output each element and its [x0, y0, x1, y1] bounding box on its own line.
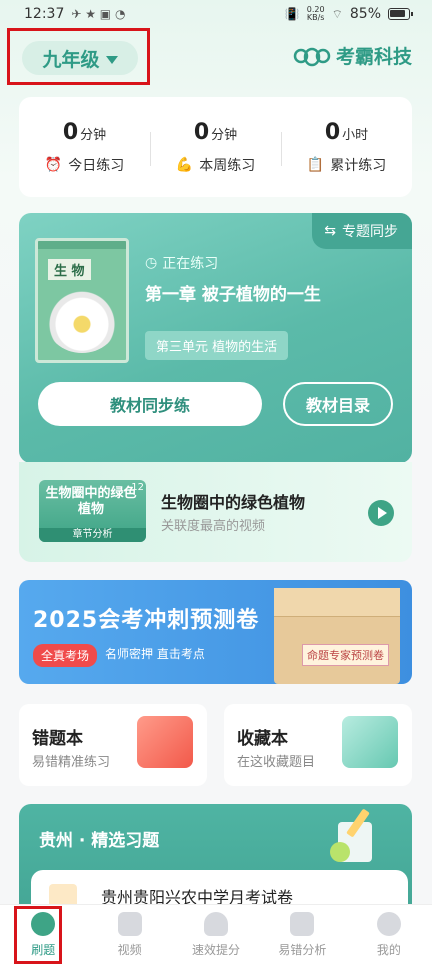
- banner-subtitle: 名师密押 直击考点: [105, 647, 205, 661]
- flexed-arm-icon: 💪: [175, 156, 194, 173]
- video-icon: [117, 911, 142, 936]
- practice-status-label: 正在练习: [162, 256, 219, 272]
- practice-stats-card: 0 分钟 ⏰ 今日练习 0 分钟 💪 本周练习 0 小时 📋 累计练习: [19, 97, 412, 197]
- exam-prediction-banner[interactable]: 2025会考冲刺预测卷 全真考场 名师密押 直击考点 命题专家预测卷: [19, 580, 412, 684]
- thumbnail-badge: 12: [131, 482, 144, 493]
- unit-tag: 第三单元 植物的生活: [145, 331, 289, 360]
- peony-image: [46, 289, 118, 353]
- practice-status: ◷ 正在练习: [145, 253, 218, 273]
- clock-icon: ◷: [145, 255, 158, 271]
- mistake-book-icon: [137, 716, 193, 768]
- alarm-clock-icon: ⏰: [44, 156, 63, 173]
- bar-chart-icon: [290, 911, 315, 936]
- thumbnail-text: 生物圈中的绿色植物: [45, 486, 137, 517]
- bottom-tab-bar: 刷题 视频 速效提分 易错分析 我的: [0, 904, 432, 964]
- battery-percent: 85%: [349, 6, 381, 22]
- textbook-sync-practice-button[interactable]: 教材同步练: [38, 382, 262, 426]
- wifi-icon: ⌔: [331, 6, 343, 21]
- brand-name: 考霸科技: [335, 46, 412, 68]
- vibrate-icon: 📳: [284, 7, 300, 21]
- tab-label: 速效提分: [192, 942, 241, 957]
- tab-practice[interactable]: 刷题: [0, 905, 86, 964]
- clock: 12:37: [24, 6, 65, 22]
- video-thumbnail: 生物圈中的绿色植物 12 章节分析: [39, 480, 146, 542]
- brand-logo: 考霸科技: [293, 42, 412, 69]
- textbook-catalog-button[interactable]: 教材目录: [283, 382, 393, 426]
- related-video-card[interactable]: 生物圈中的绿色植物 12 章节分析 生物圈中的绿色植物 关联度最高的视频: [19, 462, 412, 562]
- tab-video[interactable]: 视频: [86, 905, 172, 964]
- mistake-book-tile[interactable]: 错题本 易错精准练习: [19, 704, 207, 786]
- book-top-band: [38, 241, 126, 249]
- hot-tag: 全真考场: [33, 644, 98, 667]
- net-speed: 0.20 KB/s: [306, 5, 325, 22]
- chapter-title: 第一章 被子植物的一生: [145, 285, 321, 305]
- tab-error-analysis[interactable]: 易错分析: [259, 905, 345, 964]
- stat-unit: 分钟: [211, 127, 238, 143]
- tab-label: 刷题: [31, 942, 56, 957]
- battery-icon: [388, 8, 413, 20]
- region-title: 贵州 · 精选习题: [39, 831, 160, 851]
- envelope-label: 命题专家预测卷: [302, 644, 389, 666]
- grade-selector[interactable]: 九年级: [22, 41, 138, 75]
- tile-subtitle: 在这收藏题目: [237, 755, 316, 770]
- swap-icon: ⇆: [324, 223, 336, 239]
- user-icon: [376, 911, 401, 936]
- koala-logo-icon: [293, 47, 331, 66]
- tab-label: 视频: [117, 942, 142, 957]
- stat-week[interactable]: 0 分钟 💪 本周练习: [150, 120, 281, 175]
- notification-icon: ✈ ★ ▣ ◔: [71, 7, 126, 21]
- textbook-cover[interactable]: 生 物: [35, 238, 129, 363]
- tile-subtitle: 易错精准练习: [32, 755, 111, 770]
- stat-label: 本周练习: [199, 157, 256, 174]
- stat-unit: 小时: [342, 127, 369, 143]
- clipboard-icon: 📋: [306, 156, 325, 173]
- banner-title: 2025会考冲刺预测卷: [33, 608, 260, 633]
- topic-sync-switch[interactable]: ⇆ 专题同步: [312, 213, 412, 249]
- current-practice-card: ⇆ 专题同步 生 物 ◷ 正在练习 第一章 被子植物的一生 第三单元 植物的生活…: [19, 213, 412, 463]
- stat-total[interactable]: 0 小时 📋 累计练习: [281, 120, 412, 175]
- rocket-icon: [204, 911, 229, 936]
- status-bar: 12:37 ✈ ★ ▣ ◔ 📳 0.20 KB/s ⌔ 85%: [0, 0, 432, 28]
- pencil-paper-icon: [330, 809, 372, 862]
- favorites-book-tile[interactable]: 收藏本 在这收藏题目: [224, 704, 412, 786]
- home-icon: [31, 911, 56, 936]
- star-folder-icon: [342, 716, 398, 768]
- stat-label: 今日练习: [68, 157, 125, 174]
- grade-selector-highlight: 九年级: [7, 28, 150, 85]
- thumbnail-footer: 章节分析: [39, 528, 146, 542]
- envelope-image: 命题专家预测卷: [274, 588, 400, 684]
- tile-title: 错题本: [32, 729, 83, 749]
- tile-title: 收藏本: [237, 729, 288, 749]
- play-icon[interactable]: [368, 500, 394, 526]
- grade-label: 九年级: [42, 48, 100, 71]
- tab-label: 我的: [376, 942, 401, 957]
- tab-mine[interactable]: 我的: [346, 905, 432, 964]
- stat-value: 0: [62, 119, 79, 145]
- stat-unit: 分钟: [80, 127, 107, 143]
- stat-today[interactable]: 0 分钟 ⏰ 今日练习: [19, 120, 150, 175]
- caret-down-icon: [105, 55, 118, 64]
- topic-sync-label: 专题同步: [342, 224, 398, 240]
- video-subtitle: 关联度最高的视频: [161, 519, 266, 534]
- stat-label: 累计练习: [330, 157, 387, 174]
- stat-value: 0: [324, 119, 341, 145]
- book-title: 生 物: [48, 259, 91, 280]
- video-title: 生物圈中的绿色植物: [161, 493, 306, 512]
- tab-quick-boost[interactable]: 速效提分: [173, 905, 259, 964]
- stat-value: 0: [193, 119, 210, 145]
- tab-label: 易错分析: [278, 942, 327, 957]
